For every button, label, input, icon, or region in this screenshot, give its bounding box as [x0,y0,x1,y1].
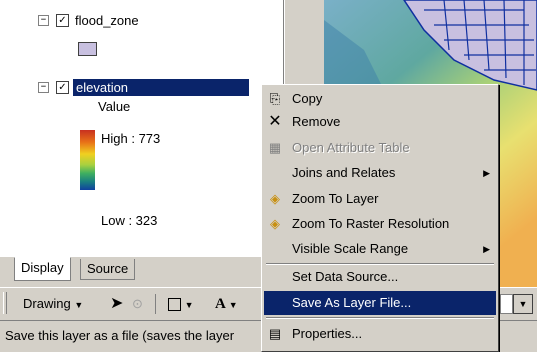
menu-item-label: Zoom To Layer [292,191,379,206]
toolbar-separator [155,294,156,314]
tab-source[interactable]: Source [80,259,136,280]
layer-visibility-checkbox[interactable]: ✓ [56,14,69,27]
menu-item-copy[interactable]: ⎘ Copy [264,87,496,111]
menu-item-joins-and-relates[interactable]: Joins and Relates ▶ [264,161,496,185]
properties-icon: ▤ [268,326,282,341]
menu-item-open-attribute-table[interactable]: ▦ Open Attribute Table [264,136,496,160]
menu-item-properties[interactable]: ▤ Properties... [264,322,496,346]
menu-item-visible-scale-range[interactable]: Visible Scale Range ▶ [264,237,496,261]
font-size-field[interactable] [500,294,513,314]
select-elements-icon[interactable]: ➤ [110,294,123,314]
table-icon: ▦ [268,140,282,155]
drawing-label: Drawing [23,296,71,311]
menu-item-save-as-layer-file[interactable]: Save As Layer File... [264,291,496,315]
tab-display[interactable]: Display [14,257,71,281]
menu-item-label: Save As Layer File... [292,295,412,310]
layer-row-elevation[interactable]: − ✓ elevation [38,79,249,96]
menu-item-label: Set Data Source... [292,269,399,284]
drawing-menu-button[interactable]: Drawing ▼ [23,294,83,314]
remove-icon: ✕ [268,113,282,130]
menu-separator [266,317,494,319]
dropdown-arrow-icon: ▼ [228,300,238,310]
menu-item-label: Open Attribute Table [292,140,410,155]
menu-item-label: Joins and Relates [292,165,396,180]
toolbar-grip[interactable] [3,292,7,314]
toc-tabs: Display Source [0,257,283,285]
legend-high-label: High : 773 [101,131,161,146]
menu-item-set-data-source[interactable]: Set Data Source... [264,265,496,289]
rotate-icon[interactable]: ⊙ [132,294,143,314]
legend-low-label: Low : 323 [101,213,158,228]
collapse-icon[interactable]: − [38,15,49,26]
zoom-raster-icon: ◈ [270,216,280,231]
table-of-contents: − ✓ flood_zone − ✓ elevation Value High … [0,0,284,257]
copy-icon: ⎘ [269,91,281,106]
menu-item-label: Copy [292,91,323,106]
elevation-color-ramp[interactable] [80,130,95,190]
layer-name: flood_zone [75,13,139,28]
menu-item-remove[interactable]: ✕ Remove [264,110,496,134]
text-tool-icon: A [215,296,226,312]
layer-context-menu: ⎘ Copy ✕ Remove ▦ Open Attribute Table J… [261,84,499,352]
layer-visibility-checkbox[interactable]: ✓ [56,81,69,94]
menu-item-zoom-to-layer[interactable]: ◈ Zoom To Layer [264,187,496,211]
menu-item-label: Remove [292,114,341,129]
collapse-icon[interactable]: − [38,82,49,93]
layer-row-flood-zone[interactable]: − ✓ flood_zone [38,13,139,28]
layer-name: elevation [73,79,249,96]
submenu-arrow-icon: ▶ [483,168,490,178]
menu-item-label: Properties... [292,326,363,341]
rectangle-icon [168,298,181,312]
status-text: Save this layer as a file (saves the lay… [5,328,235,343]
text-tool-button[interactable]: A ▼ [215,294,238,314]
zoom-layer-icon: ◈ [270,191,280,206]
submenu-arrow-icon: ▶ [483,244,490,254]
menu-item-zoom-to-raster-resolution[interactable]: ◈ Zoom To Raster Resolution [264,212,496,236]
menu-item-label: Visible Scale Range [292,241,409,256]
rectangle-tool-button[interactable]: ▼ [168,294,194,314]
chevron-down-icon[interactable]: ▼ [513,294,533,314]
menu-item-label: Zoom To Raster Resolution [292,216,450,231]
flood-zone-symbol[interactable] [78,42,97,56]
dropdown-arrow-icon: ▼ [184,300,194,310]
legend-field-label: Value [98,99,131,114]
dropdown-arrow-icon: ▼ [74,300,84,310]
